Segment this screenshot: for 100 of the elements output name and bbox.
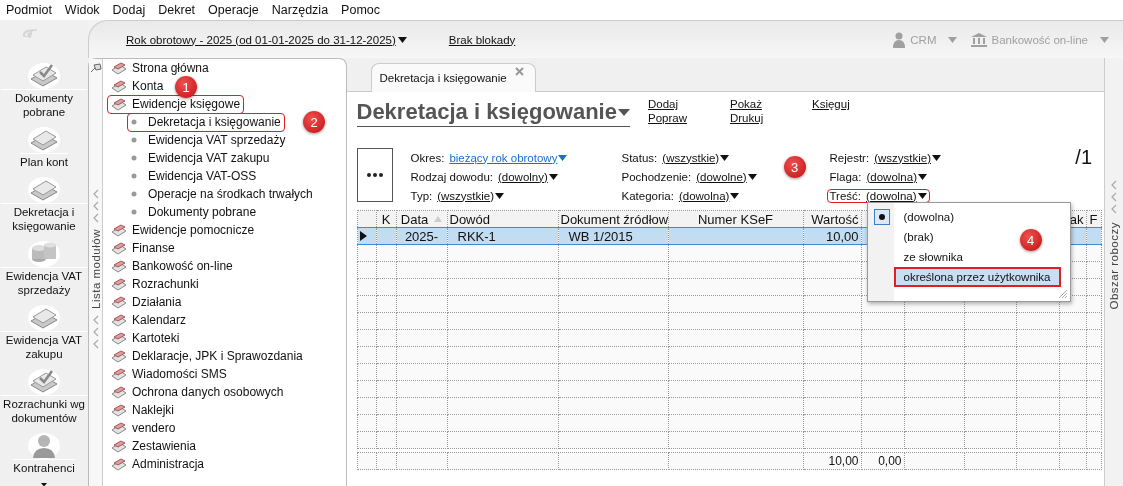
caret-icon [720, 154, 730, 161]
module-item[interactable]: Naklejki [107, 400, 178, 420]
caret-icon [917, 173, 927, 180]
module-item[interactable]: Działania [107, 292, 186, 312]
dropdown-option[interactable]: (brak) [893, 227, 944, 247]
action-link[interactable]: Dodaj [647, 98, 730, 110]
action-link[interactable]: Popraw [647, 112, 730, 124]
module-item[interactable]: Konta [107, 76, 168, 96]
close-icon[interactable] [514, 67, 524, 76]
filter-label: Pochodzenie: [621, 170, 692, 183]
document-stack-icon [27, 366, 61, 395]
toolbar-button[interactable]: Rozrachunki wg dokumentów [1, 366, 87, 425]
menu-item[interactable]: Operacje [208, 3, 259, 17]
ellipsis-icon [366, 173, 383, 177]
filter-dropdown[interactable]: (dowolne) [696, 170, 757, 183]
menu-item[interactable]: Narzędzia [271, 3, 329, 17]
filter-dropdown[interactable]: (wszystkie) [662, 151, 730, 164]
panel-title: Obszar roboczy [1108, 222, 1120, 310]
stack-icon [111, 241, 127, 255]
module-subitem[interactable]: Operacje na środkach trwałych [127, 184, 317, 204]
menu-item[interactable]: Dodaj [112, 3, 146, 17]
filter-dropdown[interactable]: (dowolny) [498, 170, 558, 183]
filter-dropdown[interactable]: (dowolna) [866, 170, 927, 183]
stack-icon [111, 313, 127, 327]
bullet-icon [131, 137, 137, 143]
module-item[interactable]: vendero [107, 418, 180, 438]
stack-icon [111, 61, 127, 75]
sort-icon [434, 216, 443, 222]
stack-icon [111, 97, 127, 111]
resize-grip-icon[interactable] [1057, 289, 1068, 299]
action-link[interactable]: Pokaż [729, 98, 812, 110]
module-subitem[interactable]: Ewidencja VAT-OSS [127, 166, 261, 186]
collapse-icon[interactable] [91, 315, 100, 349]
document-stack-icon [27, 60, 61, 89]
period-dropdown[interactable]: Rok obrotowy - 2025 (od 01-01-2025 do 31-12-2025) [126, 33, 407, 46]
caret-icon [948, 36, 958, 43]
filter-dropdown[interactable]: (dowolna) [866, 189, 927, 202]
toolbar-button[interactable]: Plan kont [1, 124, 87, 169]
filter-label: Flaga: [829, 170, 862, 183]
filter-dropdown[interactable]: (wszystkie) [437, 189, 505, 202]
module-subitem[interactable]: Dokumenty pobrane [127, 202, 261, 222]
filter-dropdown[interactable]: bieżący rok obrotowy [449, 151, 568, 164]
menu-item[interactable]: Pomoc [341, 3, 380, 17]
table-cell: 10,00 [825, 228, 859, 244]
toolbar-button[interactable]: Dekretacja i księgowanie [1, 174, 87, 233]
stack-icon [111, 331, 127, 345]
more-button[interactable] [356, 148, 393, 202]
filter-dropdown[interactable]: (dowolna) [678, 189, 740, 202]
module-item[interactable]: Administracja [107, 454, 209, 474]
collapse-icon[interactable] [1110, 180, 1118, 214]
lock-link[interactable]: Brak blokady [448, 33, 516, 46]
module-item[interactable]: Rozrachunki [107, 274, 203, 294]
panel-title: Lista modułów [89, 229, 102, 309]
module-item[interactable]: Bankowość on-line [107, 256, 237, 276]
action-link[interactable]: Księguj [811, 98, 894, 110]
bullet-icon [131, 173, 137, 179]
stack-icon [111, 385, 127, 399]
document-tab[interactable]: Dekretacja i księgowanie [370, 63, 536, 92]
bullet-icon [131, 209, 137, 215]
pin-icon[interactable] [89, 63, 102, 73]
action-link[interactable]: Drukuj [729, 112, 812, 124]
module-item[interactable]: Zestawienia [107, 436, 201, 456]
module-item[interactable]: Finanse [107, 238, 179, 258]
filter-label: Treść: [829, 189, 862, 202]
toolbar-button[interactable]: Kontrahenci [1, 430, 87, 475]
filter-dropdown[interactable]: (wszystkie) [874, 151, 941, 164]
caret-icon [932, 154, 941, 161]
collapse-icon[interactable] [91, 189, 100, 223]
filter-label: Rejestr: [829, 151, 870, 164]
module-item[interactable]: Ewidencje pomocnicze [107, 220, 259, 240]
module-item[interactable]: Wiadomości SMS [107, 364, 231, 384]
menu-item[interactable]: Podmiot [6, 3, 52, 17]
module-item[interactable]: Deklaracje, JPK i Sprawozdania [107, 346, 307, 366]
dropdown-option[interactable]: (dowolna) [893, 207, 964, 227]
bullet-icon [131, 191, 137, 197]
current-row-icon [359, 230, 367, 241]
module-item[interactable]: Kalendarz [107, 310, 191, 330]
module-subitem[interactable]: Ewidencja VAT sprzedaży [127, 130, 290, 150]
stack-icon [111, 457, 127, 471]
module-item[interactable]: Kartoteki [107, 328, 184, 348]
stack-icon [111, 277, 127, 291]
module-subitem[interactable]: Dekretacja i księgowanie [127, 112, 285, 132]
dropdown-option[interactable]: ze słownika [893, 247, 973, 267]
module-item[interactable]: Ochrona danych osobowych [107, 382, 288, 402]
selected-bullet-icon [873, 209, 890, 225]
module-subitem[interactable]: Ewidencja VAT zakupu [127, 148, 274, 168]
stack-icon [111, 295, 127, 309]
toolbar-button[interactable]: Dokumenty pobrane [1, 60, 87, 119]
caret-icon [495, 192, 505, 199]
view-title-dropdown[interactable]: Dekretacja i księgowanie [356, 98, 630, 127]
dropdown-option[interactable]: określona przez użytkownika [893, 267, 1061, 287]
menu-item[interactable]: Widok [64, 3, 100, 17]
callout-badge: 1 [175, 76, 197, 98]
module-item[interactable]: Strona główna [107, 58, 213, 78]
toolbar-button[interactable]: Ewidencja VAT sprzedaży [1, 238, 87, 297]
toolbar-button[interactable]: Ewidencja VAT zakupu [1, 302, 87, 361]
stack-icon [111, 403, 127, 417]
module-item[interactable]: Ewidencje księgowe [107, 94, 245, 114]
callout-badge: 4 [1019, 229, 1042, 251]
menu-item[interactable]: Dekret [158, 3, 196, 17]
